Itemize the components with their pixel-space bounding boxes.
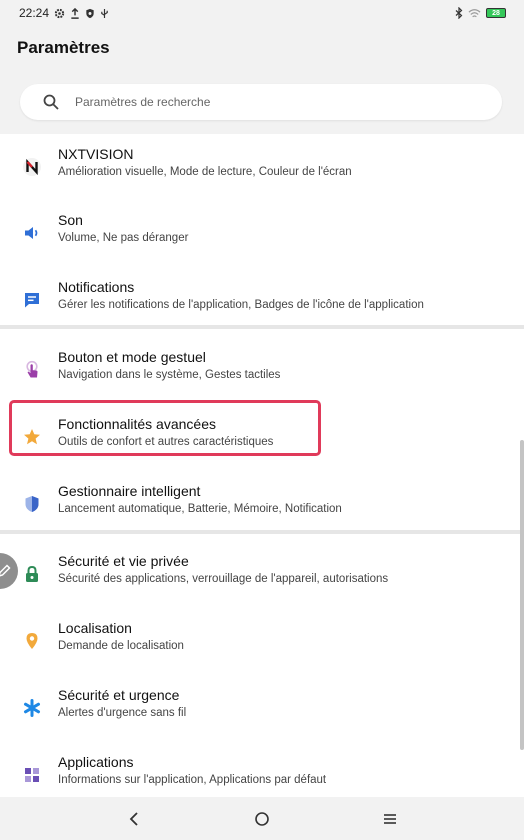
item-title: Applications	[58, 754, 134, 770]
scrollbar[interactable]	[520, 440, 524, 750]
page-title: Paramètres	[17, 38, 110, 57]
item-subtitle: Amélioration visuelle, Mode de lecture, …	[58, 166, 352, 178]
settings-item-smart-manager[interactable]: Gestionnaire intelligent Lancement autom…	[0, 471, 524, 537]
group-divider	[0, 325, 524, 329]
item-title: Sécurité et urgence	[58, 687, 180, 703]
item-title: Son	[58, 212, 83, 228]
shield-half-icon	[22, 494, 42, 514]
usb-icon	[101, 8, 108, 18]
back-icon	[129, 811, 138, 826]
item-subtitle: Volume, Ne pas déranger	[58, 232, 189, 244]
notification-icon	[22, 290, 42, 310]
item-title: Sécurité et vie privée	[58, 553, 189, 569]
settings-item-notifications[interactable]: Notifications Gérer les notifications de…	[0, 267, 524, 333]
item-subtitle: Lancement automatique, Batterie, Mémoire…	[58, 503, 342, 515]
item-subtitle: Navigation dans le système, Gestes tacti…	[58, 369, 281, 381]
recents-icon	[384, 813, 396, 824]
bluetooth-icon	[455, 7, 463, 19]
back-button[interactable]	[114, 799, 154, 839]
item-subtitle: Sécurité des applications, verrouillage …	[58, 573, 389, 585]
item-subtitle: Demande de localisation	[58, 640, 184, 652]
search-input[interactable]: Paramètres de recherche	[20, 84, 502, 120]
group-divider	[0, 530, 524, 534]
settings-item-sound[interactable]: Son Volume, Ne pas déranger	[0, 200, 524, 266]
battery-icon: 28	[486, 8, 506, 18]
gesture-icon	[22, 360, 42, 380]
settings-item-gestures[interactable]: Bouton et mode gestuel Navigation dans l…	[0, 337, 524, 403]
status-left: 22:24	[19, 6, 109, 20]
shield-icon	[86, 8, 94, 18]
settings-list[interactable]: NXTVISION Amélioration visuelle, Mode de…	[0, 134, 524, 797]
settings-item-location[interactable]: Localisation Demande de localisation	[0, 608, 524, 674]
home-icon	[255, 811, 269, 826]
item-title: NXTVISION	[58, 146, 134, 162]
recents-button[interactable]	[370, 799, 410, 839]
location-pin-icon	[22, 631, 42, 651]
settings-item-nxtvision[interactable]: NXTVISION Amélioration visuelle, Mode de…	[0, 134, 524, 200]
item-title: Fonctionnalités avancées	[58, 416, 216, 432]
item-subtitle: Outils de confort et autres caractéristi…	[58, 436, 274, 448]
settings-item-safety-emergency[interactable]: Sécurité et urgence Alertes d'urgence sa…	[0, 675, 524, 741]
settings-item-advanced-features[interactable]: Fonctionnalités avancées Outils de confo…	[0, 404, 524, 470]
status-right: 28	[455, 7, 506, 19]
item-title: Localisation	[58, 620, 132, 636]
home-button[interactable]	[242, 799, 282, 839]
search-icon	[43, 94, 59, 110]
navigation-bar	[0, 797, 524, 840]
item-subtitle: Informations sur l'application, Applicat…	[58, 774, 327, 786]
item-title: Bouton et mode gestuel	[58, 349, 206, 365]
star-icon	[22, 427, 42, 447]
status-bar: 22:24 28	[0, 0, 524, 26]
lock-icon	[22, 564, 42, 584]
item-subtitle: Gérer les notifications de l'application…	[58, 299, 424, 311]
asterisk-icon	[22, 698, 42, 718]
wifi-icon	[468, 8, 481, 17]
gear-icon	[54, 8, 65, 18]
speaker-icon	[22, 223, 42, 243]
item-title: Gestionnaire intelligent	[58, 483, 201, 499]
apps-grid-icon	[22, 765, 42, 785]
item-title: Notifications	[58, 279, 135, 295]
upload-icon	[71, 7, 79, 19]
settings-item-security-privacy[interactable]: Sécurité et vie privée Sécurité des appl…	[0, 541, 524, 607]
settings-item-applications[interactable]: Applications Informations sur l'applicat…	[0, 742, 524, 797]
status-time: 22:24	[19, 6, 50, 20]
search-placeholder: Paramètres de recherche	[75, 95, 211, 109]
nxtvision-icon	[22, 157, 42, 177]
item-subtitle: Alertes d'urgence sans fil	[58, 707, 187, 719]
pencil-icon	[0, 564, 11, 577]
